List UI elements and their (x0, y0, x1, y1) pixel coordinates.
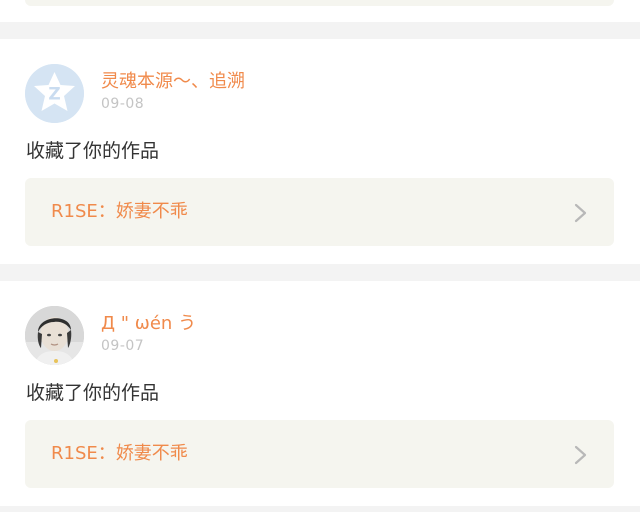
username[interactable]: 灵魂本源～、追溯 (101, 70, 245, 94)
username[interactable]: Д " ωén う (101, 312, 196, 336)
activity-feed: Z 灵魂本源～、追溯 09-08 收藏了你的作品 R1SE：娇妻不乖 Д " ω… (0, 0, 640, 512)
action-text: 收藏了你的作品 (26, 140, 160, 162)
work-link[interactable]: R1SE：娇妻不乖 (25, 420, 614, 488)
timestamp: 09-07 (101, 338, 145, 354)
chevron-right-icon (570, 445, 590, 465)
avatar[interactable] (25, 306, 84, 365)
previous-work-link[interactable] (25, 0, 614, 6)
default-avatar-icon: Z (25, 64, 84, 123)
svg-text:Z: Z (48, 85, 60, 105)
chevron-right-icon (570, 203, 590, 223)
work-link[interactable]: R1SE：娇妻不乖 (25, 178, 614, 246)
previous-card-remnant (0, 0, 640, 22)
timestamp: 09-08 (101, 96, 145, 112)
work-title: R1SE：娇妻不乖 (51, 201, 188, 222)
avatar[interactable]: Z (25, 64, 84, 123)
action-text: 收藏了你的作品 (26, 382, 160, 404)
feed-item: Д " ωén う 09-07 收藏了你的作品 R1SE：娇妻不乖 (0, 281, 640, 506)
work-title: R1SE：娇妻不乖 (51, 443, 188, 464)
user-photo-avatar (25, 306, 84, 365)
feed-item: Z 灵魂本源～、追溯 09-08 收藏了你的作品 R1SE：娇妻不乖 (0, 39, 640, 264)
